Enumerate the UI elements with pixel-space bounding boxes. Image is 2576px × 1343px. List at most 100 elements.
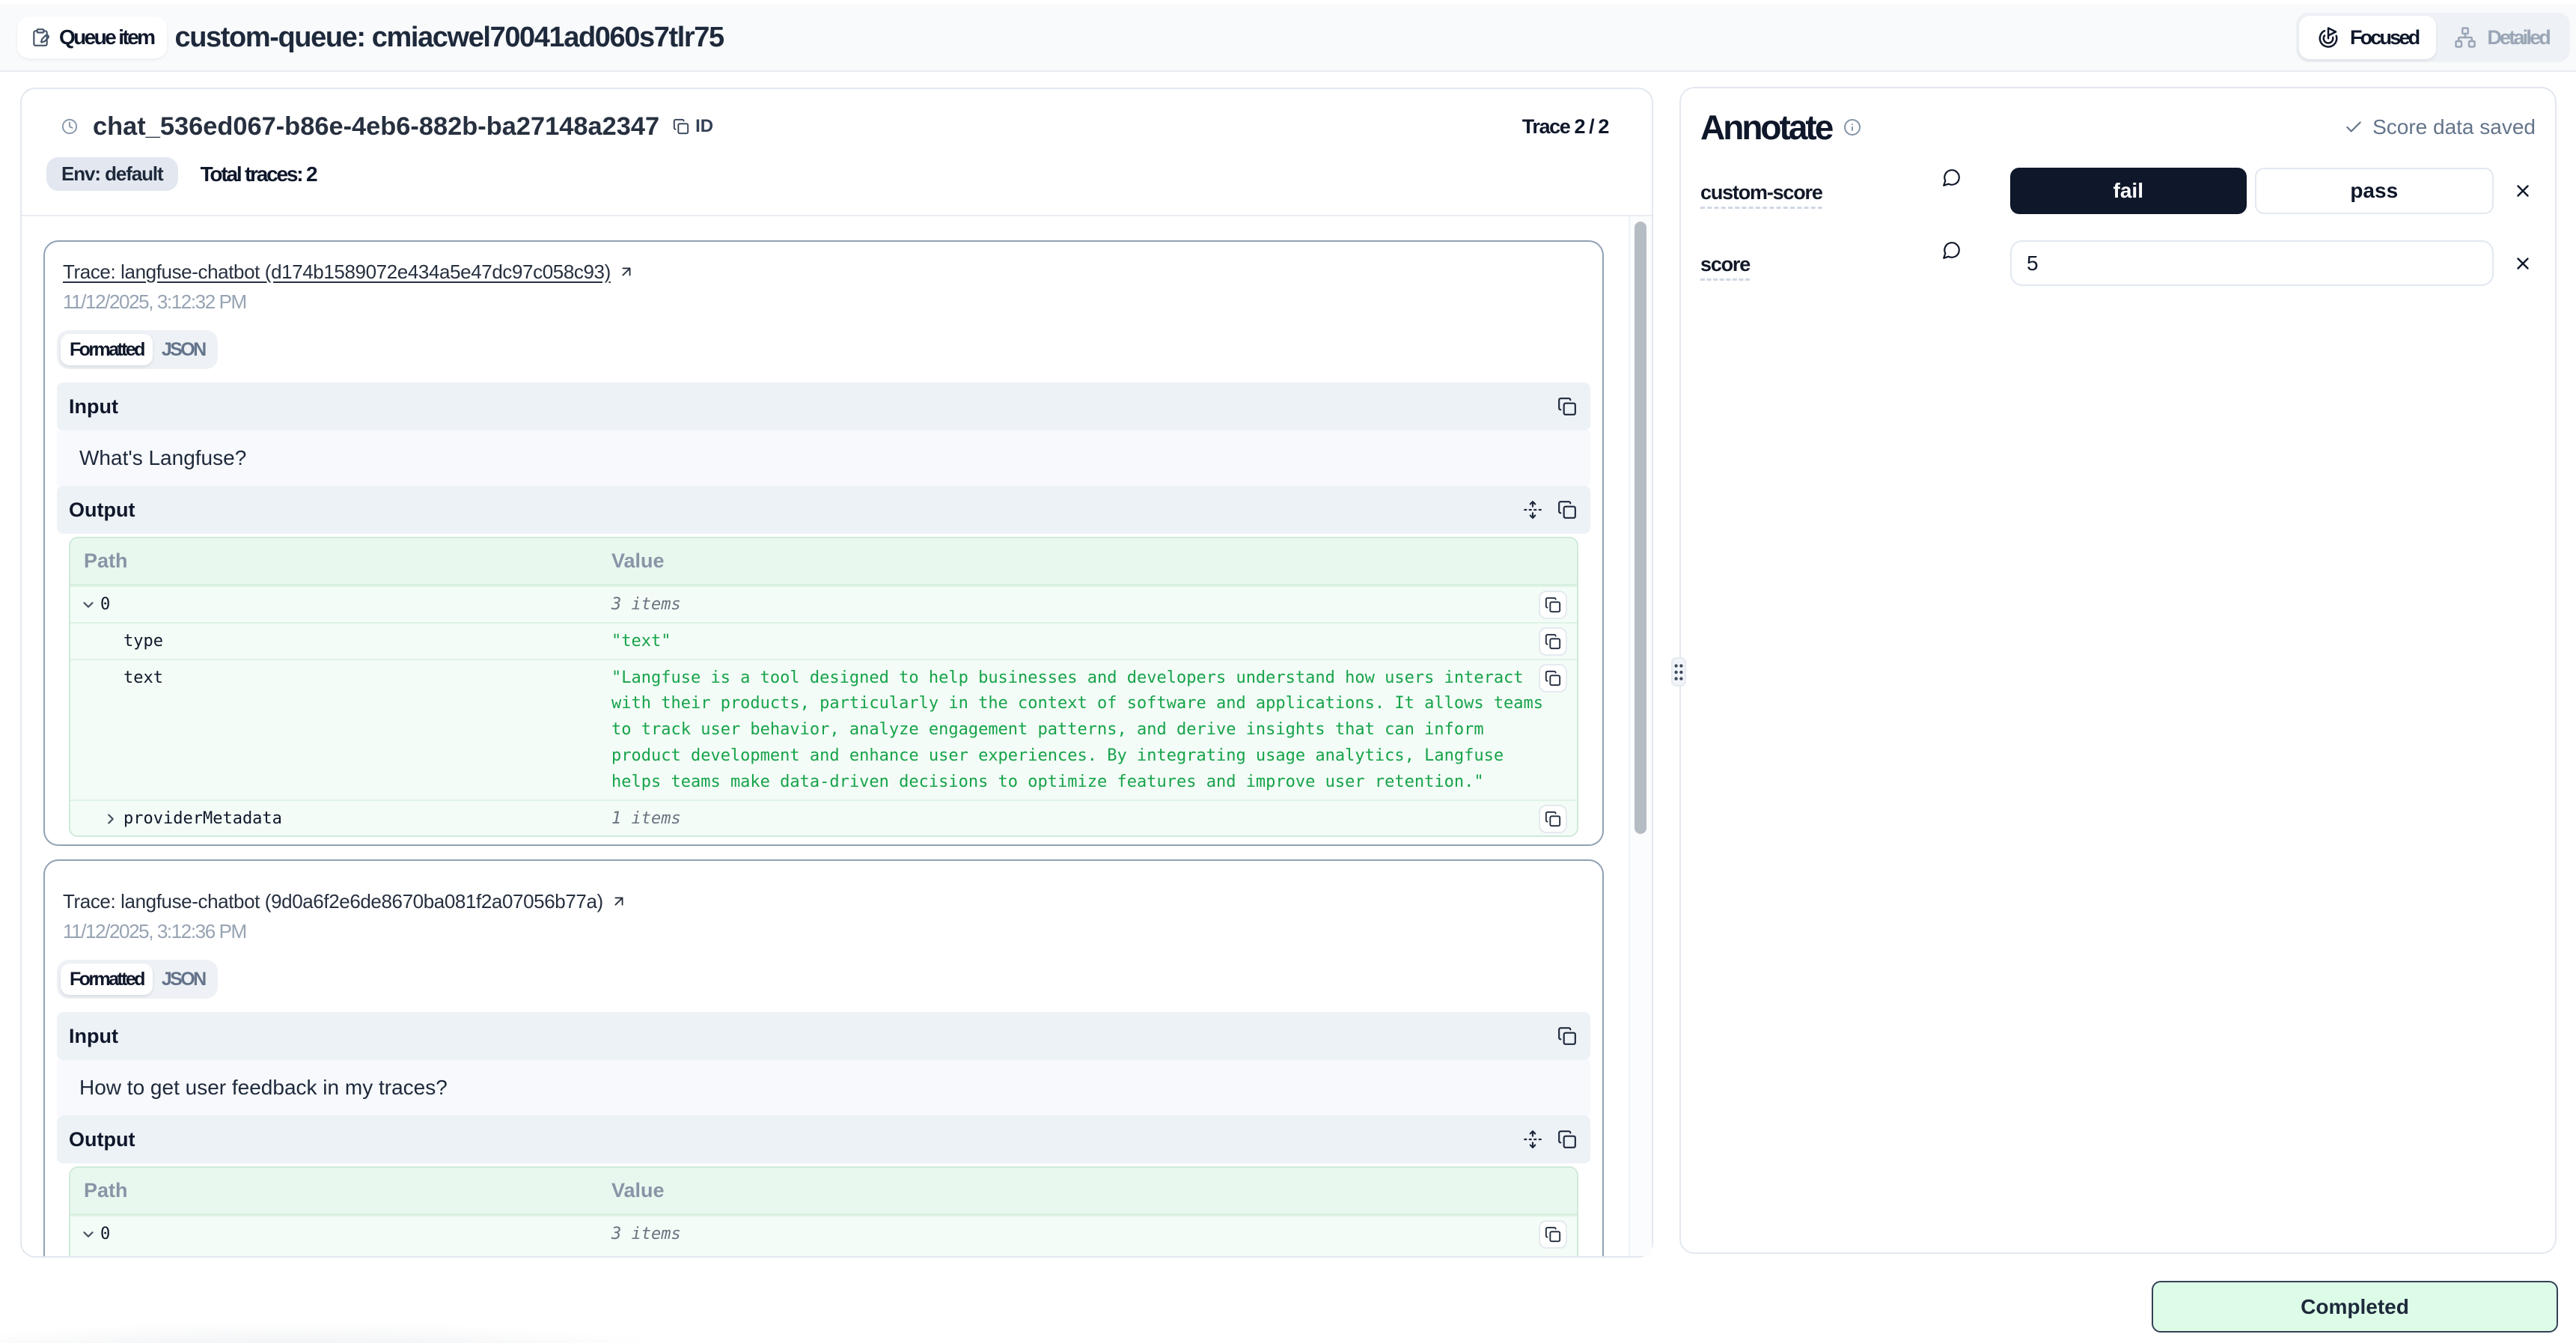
grip-dots-icon — [1673, 663, 1684, 682]
col-path-1: Path — [70, 548, 611, 574]
score-label-custom-score: custom-score — [1700, 181, 1822, 209]
panel-resize-handle[interactable] — [1671, 657, 1686, 686]
goal-icon — [2317, 26, 2340, 49]
expand-output-button-2[interactable] — [1523, 1130, 1542, 1149]
copy-icon — [1545, 1226, 1561, 1243]
page-title: custom-queue: cmiacwel70041ad060s7tlr75 — [174, 22, 723, 54]
delete-score-icon[interactable] — [2513, 181, 2533, 201]
score-row-score: score — [1700, 240, 2536, 286]
output-label-2: Output — [69, 1128, 135, 1151]
expand-output-button-1[interactable] — [1523, 500, 1542, 520]
output-json-table-2: Path Value 0 3 items — [69, 1166, 1578, 1256]
format-tabs-1: Formatted JSON — [57, 330, 218, 369]
score-save-status-label: Score data saved — [2372, 115, 2536, 139]
copy-input-button-2[interactable] — [1557, 1026, 1577, 1046]
trace-timestamp-2: 11/12/2025, 3:12:36 PM — [63, 916, 1590, 946]
trace-scroll-area: Trace: langfuse-chatbot (d174b1589072e43… — [22, 216, 1652, 1256]
network-icon — [2454, 26, 2476, 49]
tab-json-2[interactable]: JSON — [153, 963, 214, 995]
input-header-1: Input — [57, 383, 1590, 430]
completed-button[interactable]: Completed — [2152, 1281, 2558, 1333]
page-header: Queue item custom-queue: cmiacwel70041ad… — [0, 4, 2576, 72]
copy-row-button[interactable] — [1539, 1220, 1567, 1249]
delete-score-icon[interactable] — [2513, 254, 2533, 273]
scrollbar-thumb[interactable] — [1635, 222, 1646, 834]
score-option-fail[interactable]: fail — [2010, 168, 2247, 214]
trace-panel-header: chat_536ed067-b86e-4eb6-882b-ba27148a234… — [22, 89, 1652, 216]
copy-icon — [1545, 811, 1561, 827]
scrollbar[interactable] — [1629, 216, 1652, 1256]
json-key: 0 — [100, 592, 110, 618]
view-detailed-label: Detailed — [2487, 26, 2549, 49]
input-label-2: Input — [69, 1025, 118, 1048]
trace-timestamp-1: 11/12/2025, 3:12:32 PM — [63, 287, 1590, 317]
input-value-2: How to get user feedback in my traces? — [57, 1060, 1590, 1115]
input-value-1: What's Langfuse? — [57, 430, 1590, 486]
copy-output-button-2[interactable] — [1557, 1130, 1577, 1149]
json-row-0[interactable]: 0 3 items — [70, 585, 1577, 622]
info-icon[interactable] — [1843, 118, 1861, 136]
input-header-2: Input — [57, 1012, 1590, 1060]
col-value-2: Value — [611, 1178, 665, 1204]
copy-icon — [1545, 670, 1561, 686]
json-key: type — [123, 629, 163, 655]
copy-icon — [673, 118, 689, 135]
json-row-providermetadata[interactable]: providerMetadata 1 items — [70, 800, 1577, 836]
env-badge: Env: default — [46, 157, 178, 191]
json-row-0[interactable]: 0 3 items — [70, 1215, 1577, 1256]
output-header-1: Output — [57, 486, 1590, 534]
tab-json-1[interactable]: JSON — [153, 334, 214, 365]
chevron-down-icon[interactable] — [80, 1226, 97, 1243]
json-value: "Langfuse is a tool designed to help bus… — [611, 660, 1554, 800]
output-label-1: Output — [69, 499, 135, 522]
annotation-queue-page: Queue item custom-queue: cmiacwel70041ad… — [0, 0, 2576, 1343]
copy-row-button[interactable] — [1539, 627, 1567, 656]
view-toggle-detailed[interactable]: Detailed — [2436, 16, 2567, 59]
output-json-table-1: Path Value 0 3 items t — [69, 537, 1578, 837]
score-save-status: Score data saved — [2344, 115, 2536, 139]
format-tabs-2: Formatted JSON — [57, 960, 218, 999]
comment-bubble-icon[interactable] — [1942, 168, 1962, 187]
tab-formatted-1[interactable]: Formatted — [61, 334, 153, 365]
copy-icon — [1545, 633, 1561, 650]
trace-link-2[interactable]: Trace: langfuse-chatbot (9d0a6f2e6de8670… — [63, 886, 1590, 916]
copy-id-button[interactable]: ID — [673, 116, 713, 137]
json-value: 1 items — [611, 801, 1554, 836]
comment-bubble-icon[interactable] — [1942, 240, 1962, 260]
tab-formatted-2[interactable]: Formatted — [61, 963, 153, 995]
json-value: 3 items — [611, 1216, 1554, 1256]
trace-link-1-label: Trace: langfuse-chatbot (d174b1589072e43… — [63, 261, 611, 284]
trace-link-2-label: Trace: langfuse-chatbot (9d0a6f2e6de8670… — [63, 890, 603, 913]
col-value-1: Value — [611, 548, 665, 574]
json-row-type[interactable]: type "text" — [70, 622, 1577, 659]
copy-icon — [1545, 597, 1561, 613]
json-key: text — [123, 666, 163, 692]
json-row-text[interactable]: text "Langfuse is a tool designed to hel… — [70, 659, 1577, 800]
item-title: chat_536ed067-b86e-4eb6-882b-ba27148a234… — [93, 112, 659, 141]
total-traces: Total traces: 2 — [201, 162, 317, 186]
copy-row-button[interactable] — [1539, 664, 1567, 692]
json-key: 0 — [100, 1222, 110, 1248]
score-value-input[interactable] — [2010, 240, 2494, 286]
queue-item-badge: Queue item — [17, 16, 167, 58]
copy-input-button-1[interactable] — [1557, 397, 1577, 416]
chevron-down-icon[interactable] — [80, 597, 97, 613]
score-option-pass[interactable]: pass — [2255, 168, 2494, 214]
offscreen-toast-shadow — [0, 1301, 733, 1343]
chevron-right-icon[interactable] — [103, 811, 119, 827]
input-label-1: Input — [69, 395, 118, 418]
trace-link-1[interactable]: Trace: langfuse-chatbot (d174b1589072e43… — [63, 257, 1590, 287]
copy-row-button[interactable] — [1539, 591, 1567, 619]
copy-row-button[interactable] — [1539, 805, 1567, 833]
trace-counter: Trace 2 / 2 — [1522, 115, 1608, 138]
view-toggle: Focused Detailed — [2296, 13, 2570, 62]
json-value: "text" — [611, 624, 1554, 659]
score-label-score: score — [1700, 253, 1750, 281]
copy-output-button-1[interactable] — [1557, 500, 1577, 520]
score-row-custom-score: custom-score fail pass — [1700, 168, 2536, 214]
id-label: ID — [695, 116, 713, 137]
view-toggle-focused[interactable]: Focused — [2299, 16, 2436, 59]
external-link-icon — [611, 893, 627, 910]
check-icon — [2344, 118, 2363, 137]
queue-item-label: Queue item — [59, 25, 153, 49]
